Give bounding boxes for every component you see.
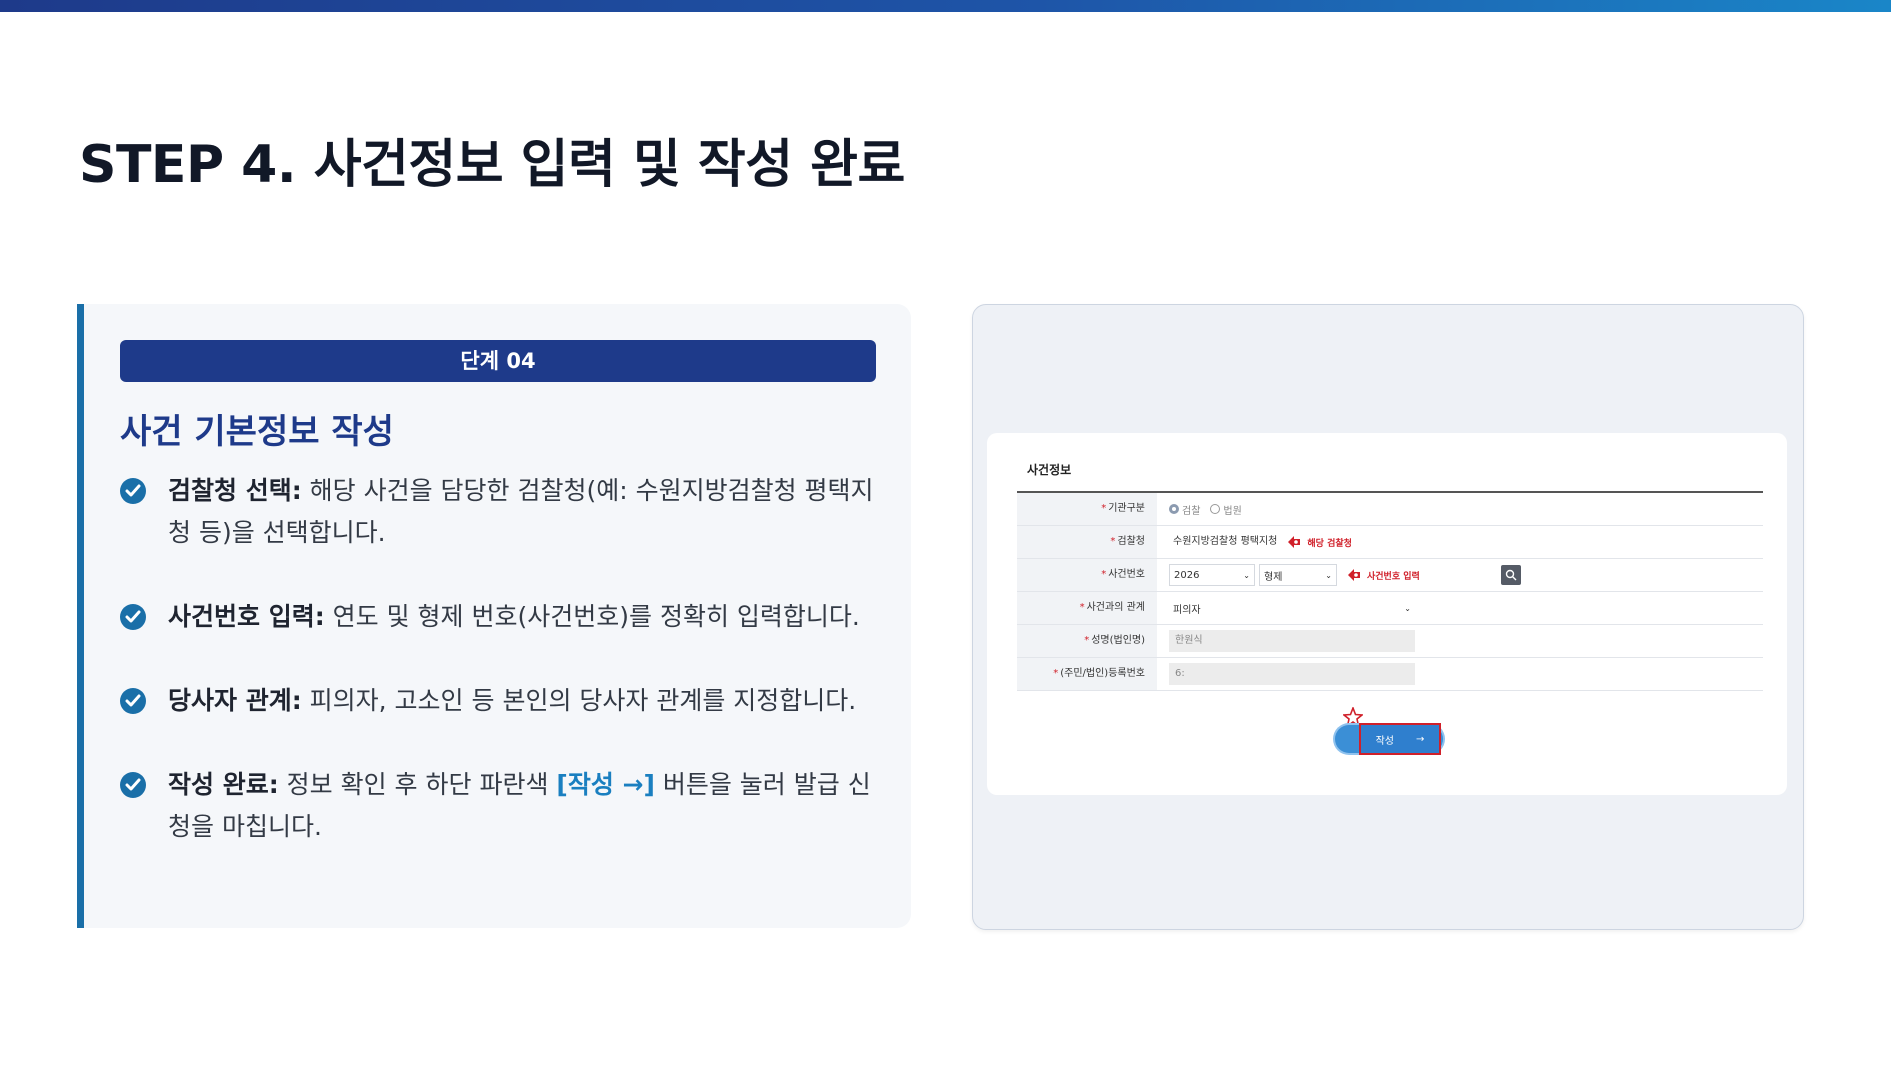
check-circle-icon	[120, 604, 146, 630]
field-value: 검찰 법원	[1157, 493, 1763, 525]
form-title: 사건정보	[1027, 463, 1072, 477]
case-year-select[interactable]: 2026 ⌄	[1169, 564, 1255, 586]
form-row-registration-number: * (주민/법인)등록번호 6:	[1017, 658, 1763, 691]
submit-button-reference: [작성 →]	[556, 770, 655, 799]
submit-area: 작성 →	[1335, 707, 1445, 755]
field-label: * 성명(법인명)	[1017, 625, 1157, 657]
field-label: * 사건번호	[1017, 559, 1157, 591]
page-title: STEP 4. 사건정보 입력 및 작성 완료	[79, 135, 905, 195]
item-text: 연도 및 형제 번호(사건번호)를 정확히 입력합니다.	[324, 602, 860, 631]
field-label: * 사건과의 관계	[1017, 592, 1157, 624]
item-text: 피의자, 고소인 등 본인의 당사자 관계를 지정합니다.	[301, 686, 857, 715]
field-value: 수원지방검찰청 평택지청 해당 검찰청	[1157, 526, 1763, 558]
form-row-agency-type: * 기관구분 검찰 법원	[1017, 493, 1763, 526]
item-term: 사건번호 입력:	[168, 602, 325, 631]
item-text: 정보 확인 후 하단 파란색	[278, 770, 557, 799]
radio-court[interactable]	[1210, 504, 1221, 514]
list-item: 사건번호 입력: 연도 및 형제 번호(사건번호)를 정확히 입력합니다.	[120, 596, 880, 638]
chevron-down-icon: ⌄	[1404, 603, 1411, 613]
registration-number-field: 6:	[1169, 663, 1415, 685]
list-item: 검찰청 선택: 해당 사건을 담당한 검찰청(예: 수원지방검찰청 평택지청 등…	[120, 470, 880, 554]
step-badge: 단계 04	[120, 340, 876, 382]
left-arrow-annotation-icon	[1347, 568, 1361, 582]
field-value: 피의자 ⌄	[1157, 592, 1763, 624]
step-heading: 사건 기본정보 작성	[120, 412, 394, 452]
field-label: * 검찰청	[1017, 526, 1157, 558]
item-term: 당사자 관계:	[168, 686, 302, 715]
list-item: 당사자 관계: 피의자, 고소인 등 본인의 당사자 관계를 지정합니다.	[120, 680, 880, 722]
field-value: 2026 ⌄ 형제 ⌄ 사건번호 입력	[1157, 559, 1763, 591]
radio-prosecution[interactable]	[1169, 504, 1179, 514]
annotation-text: 해당 검찰청	[1307, 538, 1352, 549]
field-label: * 기관구분	[1017, 493, 1157, 525]
item-term: 작성 완료:	[168, 770, 279, 799]
submit-button[interactable]: 작성 →	[1359, 723, 1441, 755]
form-table: * 기관구분 검찰 법원 * 검찰청 수원지방검찰청 평택지청 해당 검찰청 *…	[1017, 491, 1763, 691]
item-term: 검찰청 선택:	[168, 476, 302, 505]
search-icon	[1505, 569, 1517, 581]
radio-label: 검찰	[1182, 505, 1201, 517]
chevron-down-icon: ⌄	[1243, 570, 1250, 580]
search-button[interactable]	[1501, 565, 1521, 585]
field-value: 한원식	[1157, 625, 1763, 657]
arrow-right-icon: →	[1416, 733, 1425, 745]
form-row-prosecutor-office: * 검찰청 수원지방검찰청 평택지청 해당 검찰청	[1017, 526, 1763, 559]
relation-select[interactable]: 피의자 ⌄	[1169, 597, 1415, 619]
screenshot-frame: 사건정보 * 기관구분 검찰 법원 * 검찰청 수원지방검찰청 평택지청 해당 …	[972, 304, 1804, 930]
annotation-text: 사건번호 입력	[1367, 571, 1420, 582]
name-field: 한원식	[1169, 630, 1415, 652]
check-circle-icon	[120, 772, 146, 798]
radio-label: 법원	[1223, 505, 1242, 517]
case-type-select[interactable]: 형제 ⌄	[1259, 564, 1337, 586]
chevron-down-icon: ⌄	[1325, 570, 1332, 580]
check-circle-icon	[120, 688, 146, 714]
form-row-case-number: * 사건번호 2026 ⌄ 형제 ⌄ 사건번호 입력	[1017, 559, 1763, 592]
field-value: 6:	[1157, 658, 1763, 690]
form-row-relation: * 사건과의 관계 피의자 ⌄	[1017, 592, 1763, 625]
top-accent-bar	[0, 0, 1891, 12]
prosecutor-office-input[interactable]: 수원지방검찰청 평택지청	[1169, 531, 1281, 553]
field-label: * (주민/법인)등록번호	[1017, 658, 1157, 690]
list-item: 작성 완료: 정보 확인 후 하단 파란색 [작성 →] 버튼을 눌러 발급 신…	[120, 764, 880, 848]
step-card: 단계 04 사건 기본정보 작성 검찰청 선택: 해당 사건을 담당한 검찰청(…	[77, 304, 911, 928]
check-circle-icon	[120, 478, 146, 504]
case-info-form: 사건정보 * 기관구분 검찰 법원 * 검찰청 수원지방검찰청 평택지청 해당 …	[987, 433, 1787, 795]
step-instruction-list: 검찰청 선택: 해당 사건을 담당한 검찰청(예: 수원지방검찰청 평택지청 등…	[120, 470, 880, 890]
form-row-name: * 성명(법인명) 한원식	[1017, 625, 1763, 658]
left-arrow-annotation-icon	[1287, 535, 1301, 549]
